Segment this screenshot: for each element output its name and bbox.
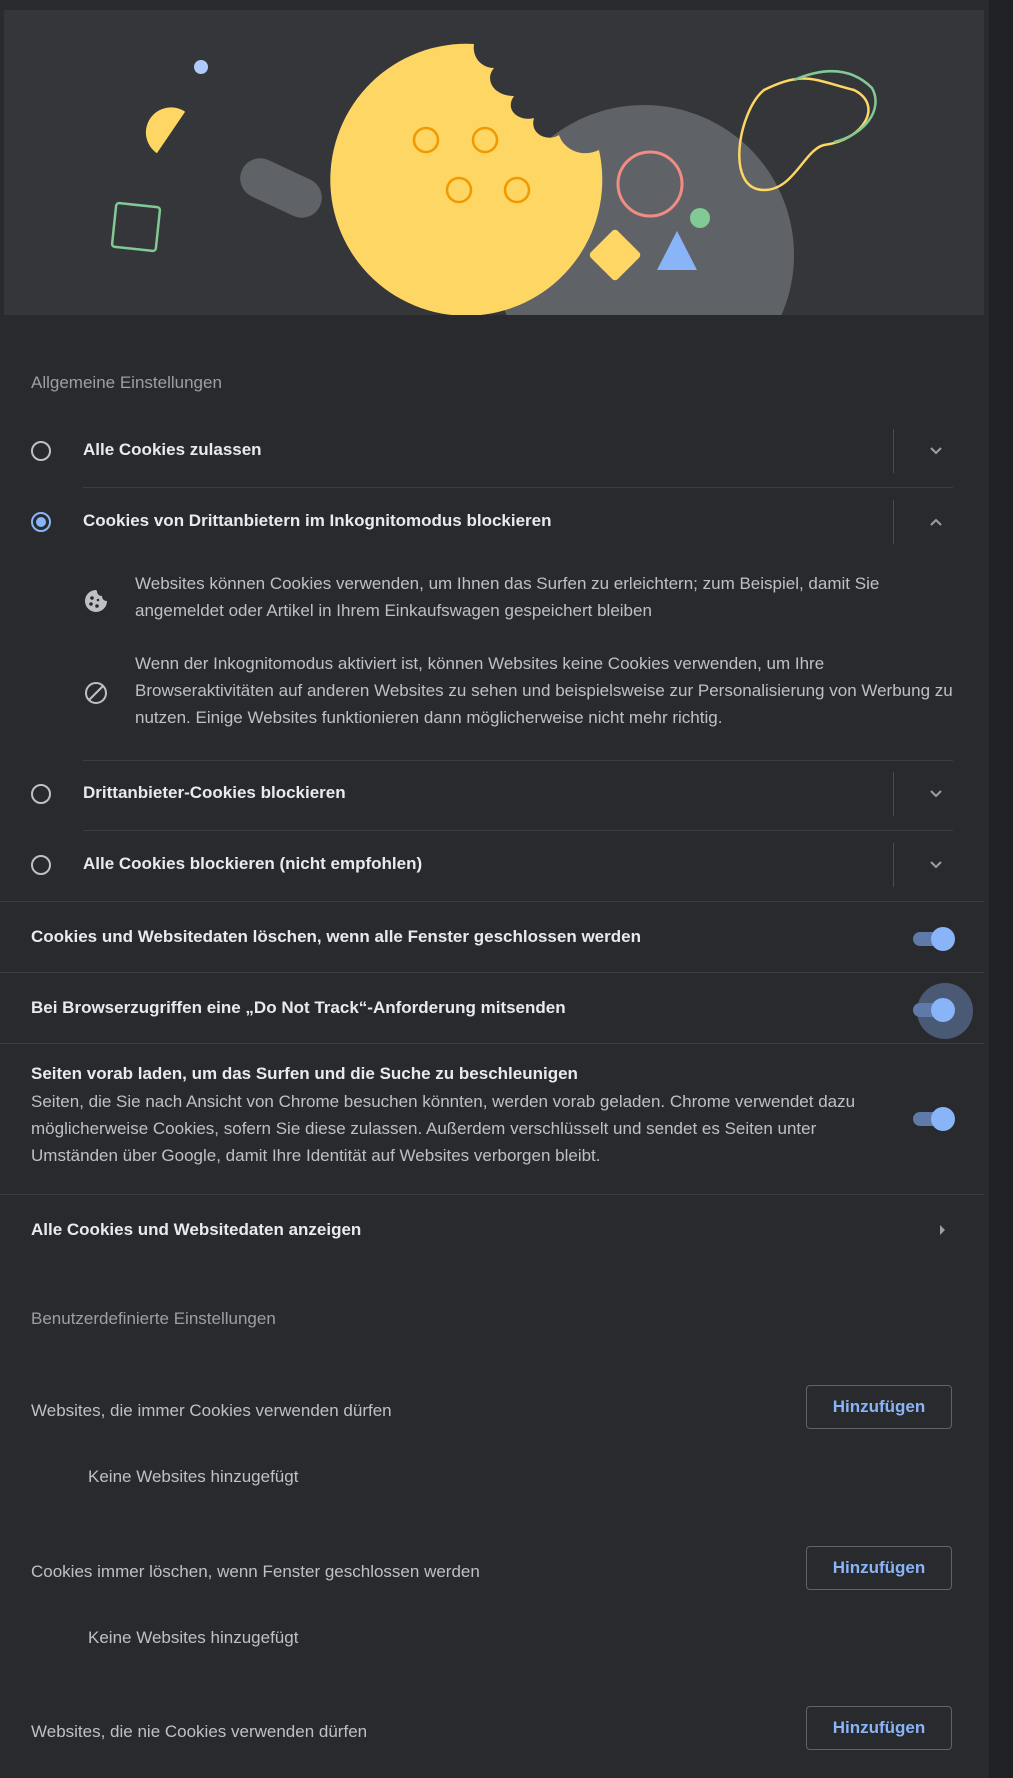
green-dot-shape xyxy=(690,208,710,228)
detail-block-text: Wenn der Inkognitomodus aktiviert ist, k… xyxy=(135,654,953,727)
preload-label: Seiten vorab laden, um das Surfen und di… xyxy=(31,1064,578,1083)
expand-block-third-party-button[interactable] xyxy=(920,778,952,810)
list-never-allow-label: Websites, die nie Cookies verwenden dürf… xyxy=(31,1722,368,1741)
divider xyxy=(83,760,953,761)
divider xyxy=(83,830,953,831)
chevron-down-icon xyxy=(930,447,942,455)
list-clear-on-exit-empty: Keine Websites hinzugefügt xyxy=(88,1628,299,1647)
radio-block-third-party[interactable] xyxy=(31,784,51,804)
radio-block-all[interactable] xyxy=(31,855,51,875)
scrollbar-thumb[interactable] xyxy=(989,0,1013,1778)
squiggle-shape-green xyxy=(793,69,877,144)
chevron-up-icon xyxy=(930,518,942,526)
row-separator xyxy=(893,843,894,887)
detail-cookie-text: Websites können Cookies verwenden, um Ih… xyxy=(135,574,880,620)
add-clear-on-exit-button[interactable]: Hinzufügen xyxy=(806,1546,952,1590)
detail-block-info: Wenn der Inkognitomodus aktiviert ist, k… xyxy=(83,650,953,735)
expand-allow-all-button[interactable] xyxy=(920,435,952,467)
setting-clear-on-close[interactable]: Cookies und Websitedaten löschen, wenn a… xyxy=(0,902,984,972)
all-cookies-link-label: Alle Cookies und Websitedaten anzeigen xyxy=(31,1220,362,1239)
radio-label-allow-all: Alle Cookies zulassen xyxy=(83,440,262,459)
radio-label-block-all: Alle Cookies blockieren (nicht empfohlen… xyxy=(83,854,423,873)
grey-pill-shape xyxy=(240,158,322,218)
radio-label-block-third-party: Drittanbieter-Cookies blockieren xyxy=(83,783,346,802)
block-icon xyxy=(83,680,109,706)
collapse-block-incognito-button[interactable] xyxy=(920,506,952,538)
general-settings-title: Allgemeine Einstellungen xyxy=(31,373,222,392)
arrow-right-icon xyxy=(940,1225,945,1235)
green-square-shape xyxy=(110,201,162,253)
setting-do-not-track[interactable]: Bei Browserzugriffen eine „Do Not Track“… xyxy=(0,973,984,1043)
cookie-icon xyxy=(83,588,109,614)
clear-on-close-toggle[interactable] xyxy=(911,925,955,951)
do-not-track-toggle[interactable] xyxy=(911,983,973,1039)
clear-on-close-label: Cookies und Websitedaten löschen, wenn a… xyxy=(31,927,641,946)
radio-row-block-third-party[interactable]: Drittanbieter-Cookies blockieren xyxy=(0,764,984,824)
radio-row-block-all[interactable]: Alle Cookies blockieren (nicht empfohlen… xyxy=(0,835,984,895)
list-always-allow-label: Websites, die immer Cookies verwenden dü… xyxy=(31,1401,392,1420)
toggle-knob xyxy=(931,927,955,951)
toggle-knob xyxy=(931,998,955,1022)
do-not-track-label: Bei Browserzugriffen eine „Do Not Track“… xyxy=(31,998,566,1017)
cookie-settings-panel: Allgemeine Einstellungen Alle Cookies zu… xyxy=(0,0,984,1778)
divider xyxy=(83,487,953,488)
add-always-allow-button[interactable]: Hinzufügen xyxy=(806,1385,952,1429)
detail-cookie-info: Websites können Cookies verwenden, um Ih… xyxy=(83,570,953,630)
preload-toggle[interactable] xyxy=(911,1105,955,1131)
row-separator xyxy=(893,772,894,816)
hero-illustration xyxy=(4,10,984,315)
radio-label-block-incognito-third-party: Cookies von Drittanbietern im Inkognitom… xyxy=(83,511,552,530)
setting-preload[interactable]: Seiten vorab laden, um das Surfen und di… xyxy=(0,1044,984,1194)
list-clear-on-exit-label: Cookies immer löschen, wenn Fenster gesc… xyxy=(31,1562,480,1581)
radio-block-incognito-third-party[interactable] xyxy=(31,512,51,532)
custom-settings-title: Benutzerdefinierte Einstellungen xyxy=(31,1309,276,1328)
row-separator xyxy=(893,500,894,544)
radio-row-block-incognito-third-party[interactable]: Cookies von Drittanbietern im Inkognitom… xyxy=(0,492,984,552)
row-separator xyxy=(893,429,894,473)
radio-row-allow-all[interactable]: Alle Cookies zulassen xyxy=(0,421,984,481)
list-always-allow-empty: Keine Websites hinzugefügt xyxy=(88,1467,299,1486)
preload-description: Seiten, die Sie nach Ansicht von Chrome … xyxy=(31,1092,856,1165)
expand-block-all-button[interactable] xyxy=(920,849,952,881)
add-never-allow-button[interactable]: Hinzufügen xyxy=(806,1706,952,1750)
toggle-knob xyxy=(931,1107,955,1131)
radio-allow-all[interactable] xyxy=(31,441,51,461)
page: Allgemeine Einstellungen Alle Cookies zu… xyxy=(0,0,1013,1778)
chevron-down-icon xyxy=(930,861,942,869)
blue-dot-shape xyxy=(194,60,208,74)
all-cookies-link-row[interactable]: Alle Cookies und Websitedaten anzeigen xyxy=(0,1195,984,1265)
yellow-half-shape xyxy=(145,107,186,154)
chevron-down-icon xyxy=(930,790,942,798)
